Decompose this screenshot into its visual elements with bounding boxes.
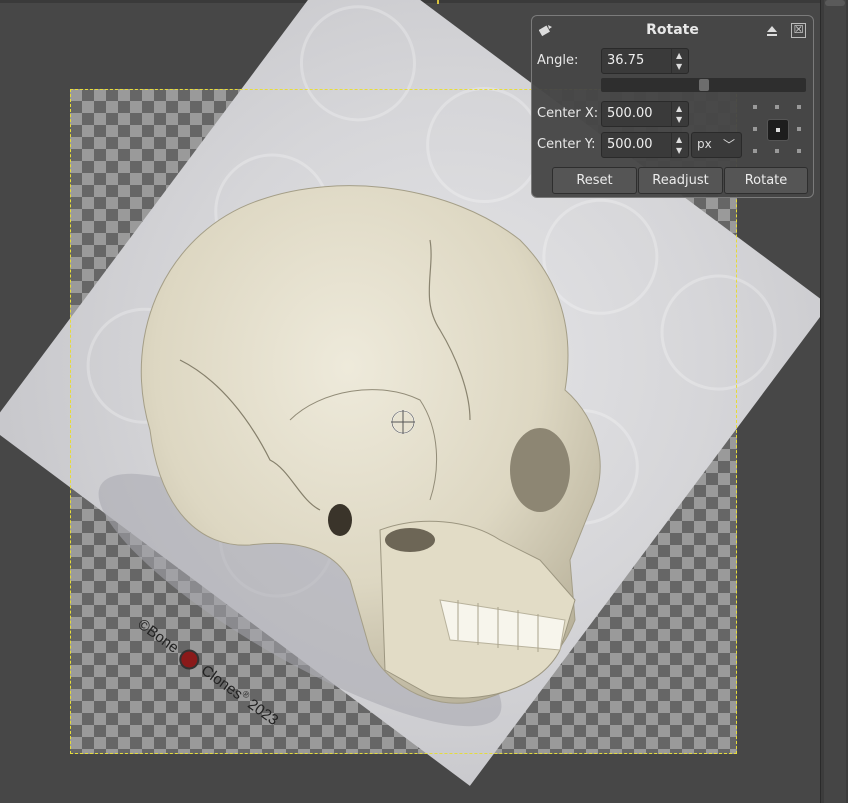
angle-spin-arrows[interactable]: ▲ ▼ (671, 49, 688, 73)
center-y-value[interactable]: 500.00 (607, 137, 653, 152)
center-y-spinbox[interactable]: 500.00 ▲ ▼ (601, 132, 689, 158)
center-x-value[interactable]: 500.00 (607, 106, 653, 121)
rotation-center-handle[interactable] (390, 409, 416, 435)
pivot-top-left[interactable] (753, 105, 757, 109)
readjust-button[interactable]: Readjust (638, 167, 723, 194)
pivot-right[interactable] (797, 127, 801, 131)
center-y-label: Center Y: (537, 137, 596, 152)
angle-slider[interactable] (601, 78, 806, 92)
pivot-left[interactable] (753, 127, 757, 131)
chevron-down-icon: ﹀ (722, 138, 735, 152)
rotate-dialog: Rotate ☒ Angle: 36.75 ▲ ▼ Center X: 500.0… (531, 15, 814, 198)
reset-button[interactable]: Reset (552, 167, 637, 194)
scrollbar-thumb[interactable] (824, 0, 846, 803)
close-icon[interactable]: ☒ (791, 23, 806, 38)
pivot-selector[interactable] (753, 105, 801, 153)
unit-value: px (697, 137, 712, 151)
unit-select[interactable]: px ﹀ (691, 132, 742, 158)
scroll-up-button[interactable] (825, 0, 845, 6)
rotate-button[interactable]: Rotate (724, 167, 808, 194)
pivot-top-right[interactable] (797, 105, 801, 109)
pivot-center[interactable] (767, 119, 789, 141)
center-y-spin-arrows[interactable]: ▲ ▼ (671, 133, 688, 157)
vertical-scrollbar[interactable] (820, 0, 848, 803)
center-x-label: Center X: (537, 106, 599, 121)
angle-value[interactable]: 36.75 (607, 53, 644, 68)
center-x-spinbox[interactable]: 500.00 ▲ ▼ (601, 101, 689, 127)
angle-slider-handle[interactable] (699, 79, 709, 91)
pivot-bottom[interactable] (775, 149, 779, 153)
pivot-bottom-left[interactable] (753, 149, 757, 153)
collapse-up-icon[interactable] (766, 25, 778, 37)
center-x-spin-arrows[interactable]: ▲ ▼ (671, 102, 688, 126)
angle-spinbox[interactable]: 36.75 ▲ ▼ (601, 48, 689, 74)
pivot-top[interactable] (775, 105, 779, 109)
angle-label: Angle: (537, 53, 579, 68)
pivot-bottom-right[interactable] (797, 149, 801, 153)
